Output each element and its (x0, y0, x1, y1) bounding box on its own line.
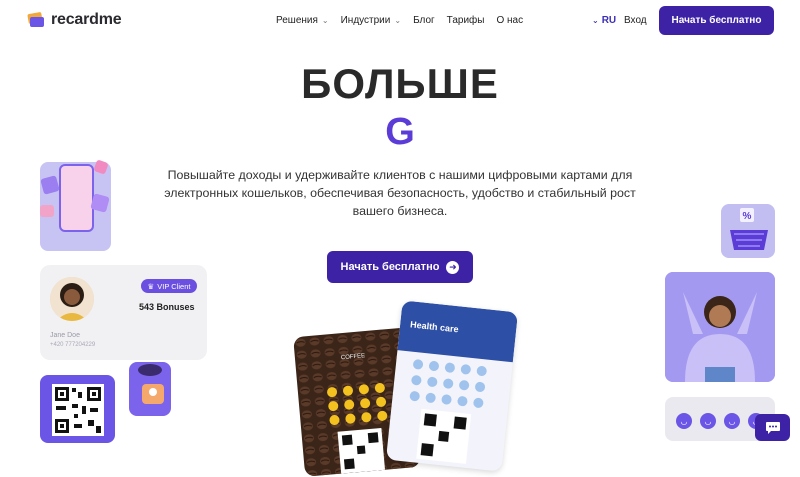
arrow-right-icon: ➜ (446, 260, 460, 274)
nav-label: Тарифы (446, 15, 485, 26)
hero-animated-letter: G (385, 111, 415, 153)
svg-text:%: % (743, 211, 752, 222)
avatar (50, 277, 94, 321)
crown-icon: ♛ (147, 281, 155, 291)
chat-bubble-icon (765, 421, 780, 434)
shopping-basket-icon: % (730, 208, 768, 250)
logo-icon (27, 12, 44, 27)
nav-item-industries[interactable]: Индустрии ⌄ (341, 15, 401, 26)
login-link[interactable]: Вход (624, 15, 647, 26)
customer-photo (665, 272, 775, 382)
logo-text: recardme (51, 11, 122, 28)
vip-badge: ♛ VIP Client (141, 279, 197, 293)
chevron-down-icon: ⌄ (592, 16, 599, 25)
chevron-down-icon: ⌄ (394, 16, 402, 25)
nav-item-solutions[interactable]: Решения ⌄ (276, 15, 329, 26)
language-label: RU (601, 15, 617, 26)
qr-code-icon (52, 384, 104, 436)
nav-item-blog[interactable]: Блог (413, 15, 435, 26)
chevron-down-icon: ⌄ (321, 16, 329, 25)
phone-icon (40, 160, 110, 232)
health-care-loyalty-card: Health care (385, 300, 519, 472)
profile-phone: +420 777204229 (50, 342, 96, 348)
hero-title: БОЛЬШЕ (301, 60, 499, 107)
nav-label: Решения (276, 15, 318, 26)
logo[interactable]: recardme (27, 11, 122, 29)
bonus-count: 543 Bonuses (139, 302, 195, 312)
profile-name: Jane Doe (50, 332, 80, 339)
main-nav: Решения ⌄ Индустрии ⌄ Блог Тарифы О нас (276, 15, 523, 26)
vip-label: VIP Client (157, 281, 191, 291)
start-free-button-hero[interactable]: Начать бесплатно ➜ (327, 251, 473, 283)
basket-icon: ◡ (700, 413, 716, 429)
hero-description: Повышайте доходы и удерживайте клиентов … (164, 168, 636, 218)
nav-item-pricing[interactable]: Тарифы (447, 15, 485, 26)
cta-label: Начать бесплатно (340, 261, 440, 273)
happy-customer-card (665, 272, 775, 382)
nav-item-about[interactable]: О нас (496, 15, 523, 26)
nav-label: Блог (413, 15, 435, 26)
nav-label: О нас (496, 15, 524, 26)
start-free-button-header[interactable]: Начать бесплатно (659, 6, 774, 35)
language-selector[interactable]: ⌄ RU (592, 15, 616, 26)
nav-label: Индустрии (340, 15, 391, 26)
basket-icon: ◡ (724, 413, 740, 429)
chat-button[interactable] (755, 414, 790, 441)
coffee-cup-icon (138, 364, 164, 404)
basket-icon: ◡ (676, 413, 692, 429)
